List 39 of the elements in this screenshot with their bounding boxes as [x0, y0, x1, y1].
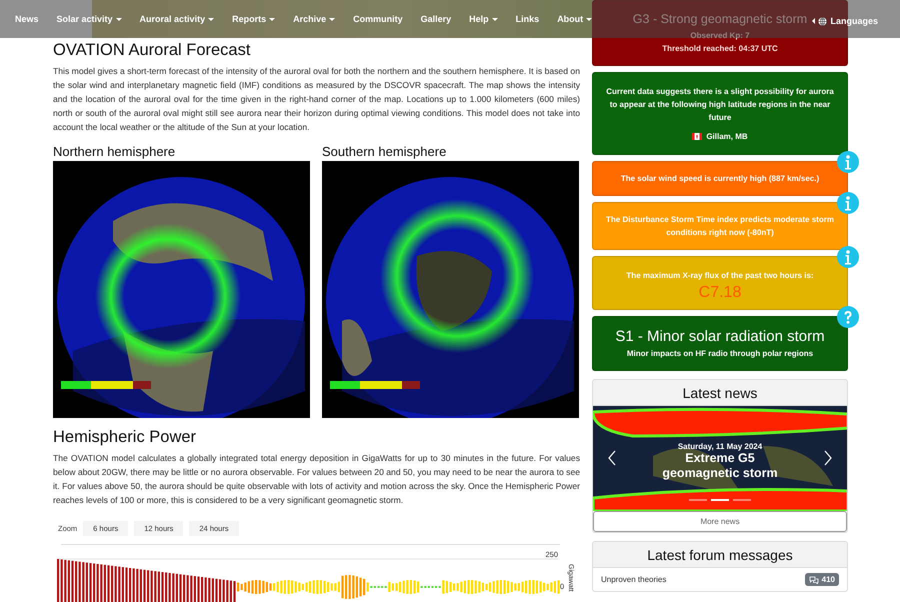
nav-dropdown[interactable]: Help	[463, 10, 504, 28]
news-headline[interactable]: Extreme G5 geomagnetic storm	[645, 451, 795, 481]
alert-text: Observed Kp: 7	[689, 30, 751, 42]
info-icon[interactable]	[837, 151, 859, 173]
nav-link[interactable]: News	[9, 10, 45, 28]
help-icon[interactable]	[837, 306, 859, 328]
chat-icon	[808, 576, 819, 584]
map-heading: Northern hemisphere	[53, 144, 176, 159]
previous-icon[interactable]	[607, 450, 617, 466]
alert-text: The solar wind speed is currently high (887 km/sec.)	[620, 173, 820, 185]
alert-title: G3 - Strong geomagnetic storm	[632, 11, 808, 27]
reply-count-badge: 410	[804, 573, 839, 586]
nav-dropdown[interactable]: Archive	[287, 10, 342, 28]
panel-heading: Latest forum messages	[593, 542, 847, 568]
nav-dropdown[interactable]: Reports	[226, 10, 282, 28]
flag-icon	[692, 133, 702, 140]
alert-text: The Disturbance Storm Time index predicts moderate storm conditions right now (-80nT)	[605, 214, 835, 239]
intro-paragraph: This model gives a short-term forecast of the intensity of the auroral oval for both the northern and the southern hemisphere. It is based on the solar wind and interplanetary magnetic field (IMF) conditions as measured by the DSCOVR spacecraft. The map shows the intensity and the location of the auroral oval for the time given in the right-hand corner of the map. Locations up to 1.000 kilometers (600 miles) north or south of the auroral oval might still see aurora near their horizon during optimal viewing conditions. This model does not take into account the local weather or the altitude of the Sun at your location.	[53, 65, 580, 134]
nav-dropdown[interactable]: Auroral activity	[134, 10, 220, 28]
alert-text: The maximum X-ray flux of the past two hours is:	[625, 270, 815, 282]
alert-title: S1 - Minor solar radiation storm	[614, 327, 826, 347]
power-paragraph: The OVATION model calculates a globally integrated total energy deposition in GigaWatts for up to 30 minutes in the future. For values below about 20GW, there may be little or no aurora observable. For values between 20 and 50, you may need to be near the aurora to see it. For values above 50, the aurora should be quite observable with lots of activity and motion across the sky. Once the Hemispheric Power reaches levels of 100 or more, this is considered to be a very significant geomagnetic storm.	[53, 452, 580, 507]
location-text: Gillam, MB	[706, 131, 748, 143]
news-date: Saturday, 11 May 2024	[678, 442, 762, 451]
more-news-button[interactable]: More news	[593, 511, 847, 532]
section-title: Hemispheric Power	[53, 428, 198, 447]
nav-link[interactable]: Community	[347, 10, 409, 28]
nav-link[interactable]: Links	[510, 10, 546, 28]
forum-topic-link[interactable]: Unproven theories	[601, 575, 666, 584]
page-title: OVATION Auroral Forecast	[53, 41, 252, 60]
xray-value: C7.18	[698, 286, 742, 299]
nav-dropdown[interactable]: Solar activity	[50, 10, 128, 28]
map-heading: Southern hemisphere	[322, 144, 448, 159]
next-icon[interactable]	[823, 450, 833, 466]
alert-text: Current data suggests there is a slight possibility for aurora to appear at the following high latitude regions in the near future	[605, 86, 835, 124]
alert-text: Threshold reached: 04:37 UTC	[661, 43, 779, 55]
panel-heading: Latest news	[593, 380, 847, 406]
alert-text: Minor impacts on HF radio through polar regions	[626, 348, 814, 360]
nav-link[interactable]: Gallery	[414, 10, 458, 28]
